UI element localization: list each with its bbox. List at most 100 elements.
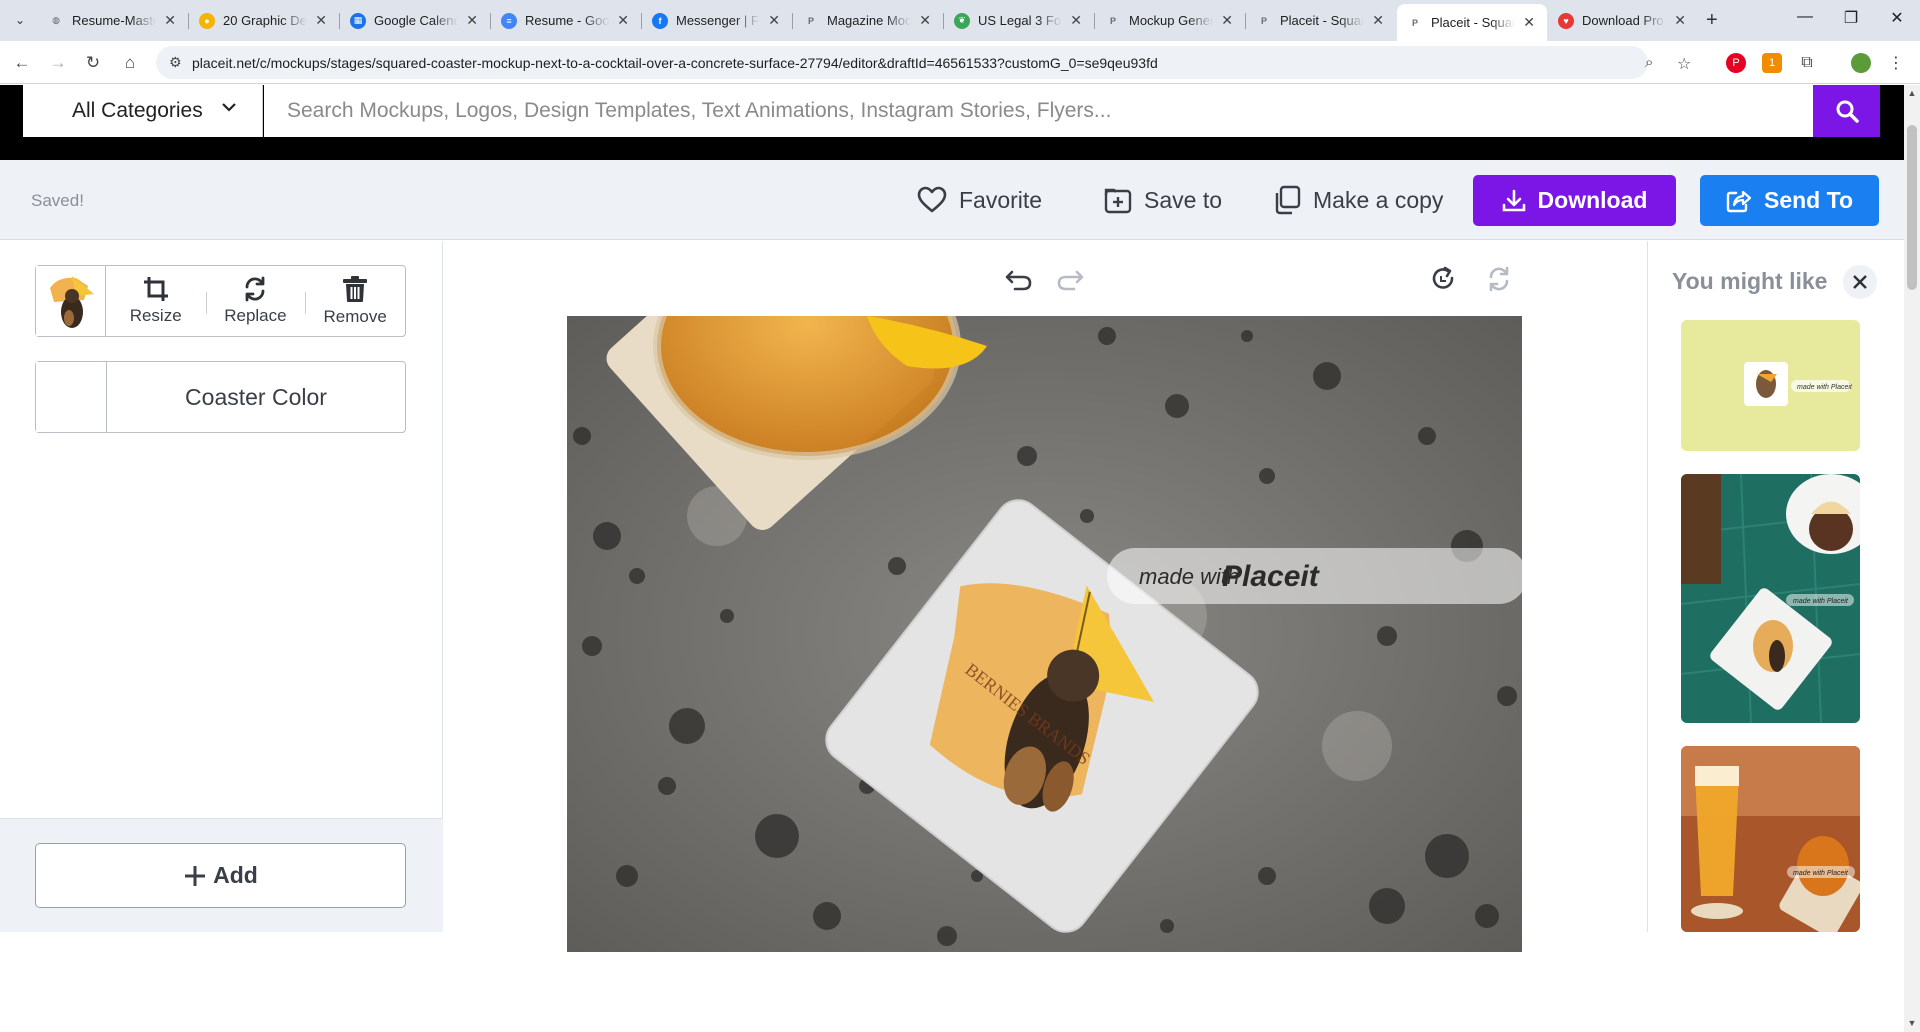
browser-menu-icon[interactable]: ⋮: [1886, 53, 1906, 73]
extension-badge-icon[interactable]: 1: [1762, 53, 1782, 73]
category-label: All Categories: [72, 99, 203, 122]
tab-title: Messenger | Facebook: [676, 13, 760, 28]
placeit-icon: P: [1109, 15, 1116, 26]
reload-icon[interactable]: ↻: [82, 52, 104, 74]
site-info-icon[interactable]: ⚙: [169, 54, 182, 71]
browser-tab[interactable]: P Mockup Generator ✕: [1095, 4, 1245, 37]
crop-icon: [143, 277, 168, 301]
tab-close-icon[interactable]: ✕: [917, 12, 933, 29]
address-bar[interactable]: ⚙ placeit.net/c/mockups/stages/squared-c…: [156, 46, 1691, 79]
browser-tab[interactable]: ◍ Resume-Masterpiece ✕: [38, 4, 188, 37]
tab-close-icon[interactable]: ✕: [464, 12, 480, 29]
tab-close-icon[interactable]: ✕: [1521, 14, 1537, 31]
tab-title: Resume-Masterpiece: [72, 13, 156, 28]
favorite-button[interactable]: Favorite: [917, 182, 1042, 218]
tab-close-icon[interactable]: ✕: [1219, 12, 1235, 29]
tab-close-icon[interactable]: ✕: [162, 12, 178, 29]
reset-button[interactable]: [1429, 264, 1459, 294]
tab-close-icon[interactable]: ✕: [313, 12, 329, 29]
browser-tab[interactable]: ❦ US Legal 3 Fold ✕: [944, 4, 1094, 37]
scrollbar-thumb[interactable]: [1907, 125, 1917, 290]
share-icon: [1726, 190, 1752, 212]
redo-icon: [1057, 270, 1084, 291]
forward-icon[interactable]: →: [47, 52, 69, 74]
browser-toolbar: ← → ↻ ⌂ ⚙ placeit.net/c/mockups/stages/s…: [0, 41, 1920, 84]
browser-tab[interactable]: P Placeit - Squared ✕: [1397, 4, 1547, 41]
layers-panel: Resize Replace Remove Coaster Color Add: [0, 241, 443, 932]
browser-tab[interactable]: P Magazine Mockup ✕: [793, 4, 943, 37]
redo-button[interactable]: [1055, 264, 1085, 294]
undo-icon: [1005, 270, 1032, 291]
add-button[interactable]: Add: [35, 843, 406, 908]
send-to-button[interactable]: Send To: [1700, 175, 1879, 226]
tab-close-icon[interactable]: ✕: [1068, 12, 1084, 29]
category-dropdown[interactable]: All Categories: [23, 85, 263, 137]
search-button[interactable]: [1813, 85, 1880, 137]
restore-icon[interactable]: ❐: [1828, 8, 1874, 28]
browser-tab[interactable]: ▦ Google Calendar ✕: [340, 4, 490, 37]
tab-close-icon[interactable]: ✕: [1672, 12, 1688, 29]
browser-tab[interactable]: f Messenger | Facebook ✕: [642, 4, 792, 37]
tab-search-icon[interactable]: ⌄: [8, 8, 32, 32]
refresh-icon: [1489, 266, 1509, 292]
suggestion-card[interactable]: made with Placeit: [1681, 320, 1860, 451]
tab-close-icon[interactable]: ✕: [1370, 12, 1386, 29]
coaster-color-control[interactable]: Coaster Color: [35, 361, 406, 433]
search-input[interactable]: [264, 85, 1813, 137]
tab-close-icon[interactable]: ✕: [766, 12, 782, 29]
site-header: All Categories: [0, 85, 1904, 160]
image-layer-toolbar: Resize Replace Remove: [35, 265, 406, 337]
scroll-up-icon[interactable]: ▲: [1907, 88, 1917, 98]
add-label: Add: [213, 862, 258, 888]
image-layer-thumbnail[interactable]: [36, 266, 106, 336]
tab-title: Mockup Generator: [1129, 13, 1214, 28]
chevron-down-icon: [222, 99, 236, 115]
suggestion-card[interactable]: made with Placeit: [1681, 474, 1860, 723]
suggestion-watermark: made with Placeit: [1793, 598, 1849, 605]
favorite-label: Favorite: [959, 186, 1043, 213]
minimize-icon[interactable]: —: [1782, 8, 1828, 26]
suggestion-watermark: made with Placeit: [1797, 384, 1853, 391]
add-layer-area: Add: [0, 818, 443, 932]
browser-tab-bar: ⌄ ◍ Resume-Masterpiece ✕ ● 20 Graphic Design…: [0, 0, 1920, 41]
home-icon[interactable]: ⌂: [119, 52, 141, 74]
tab-close-icon[interactable]: ✕: [615, 12, 631, 29]
bookmark-star-icon[interactable]: ☆: [1677, 54, 1691, 74]
browser-tab[interactable]: P Placeit - Squared ✕: [1246, 4, 1396, 37]
save-to-label: Save to: [1144, 186, 1222, 213]
back-icon[interactable]: ←: [11, 52, 33, 74]
save-to-button[interactable]: Save to: [1104, 182, 1222, 218]
make-copy-button[interactable]: Make a copy: [1273, 182, 1443, 218]
refresh-button[interactable]: [1484, 264, 1514, 294]
close-window-icon[interactable]: ✕: [1874, 8, 1920, 28]
plus-icon: [185, 865, 206, 886]
editor-action-bar: Saved! Favorite Save to Make a copy Down…: [0, 160, 1904, 240]
coaster-color-swatch[interactable]: [36, 362, 107, 432]
pinterest-extension-icon[interactable]: P: [1726, 53, 1746, 73]
tab-title: Magazine Mockup: [827, 13, 912, 28]
replace-button[interactable]: Replace: [205, 266, 306, 336]
browser-tab[interactable]: ≡ Resume - Google Docs ✕: [491, 4, 641, 37]
browser-tab[interactable]: ● 20 Graphic Design ✕: [189, 4, 339, 37]
suggestion-card[interactable]: made with Placeit: [1681, 746, 1860, 932]
profile-avatar-icon[interactable]: [1851, 53, 1871, 73]
zoom-icon[interactable]: ⌕: [1645, 54, 1653, 71]
browser-tab[interactable]: ♥ Download Pro ✕: [1548, 4, 1698, 37]
mockup-preview[interactable]: BERNIES BRANDS made with Placeit: [567, 316, 1522, 952]
search-icon: [1836, 100, 1859, 123]
close-suggestions-button[interactable]: [1843, 265, 1877, 299]
download-button[interactable]: Download: [1473, 175, 1676, 226]
undo-button[interactable]: [1004, 264, 1034, 294]
placeit-icon: P: [1411, 17, 1418, 28]
tab-title: Download Pro: [1582, 13, 1664, 28]
new-tab-icon[interactable]: +: [1706, 9, 1718, 32]
scroll-down-icon[interactable]: ▼: [1907, 1018, 1917, 1028]
calendar-icon: ▦: [350, 12, 366, 29]
add-folder-icon: [1104, 188, 1132, 214]
extensions-puzzle-icon[interactable]: ⧉: [1797, 53, 1817, 73]
globe-icon: ◍: [52, 15, 60, 25]
tab-title: Placeit - Squared: [1280, 13, 1365, 28]
remove-label: Remove: [323, 307, 387, 326]
resize-button[interactable]: Resize: [106, 266, 206, 336]
remove-button[interactable]: Remove: [305, 266, 405, 336]
